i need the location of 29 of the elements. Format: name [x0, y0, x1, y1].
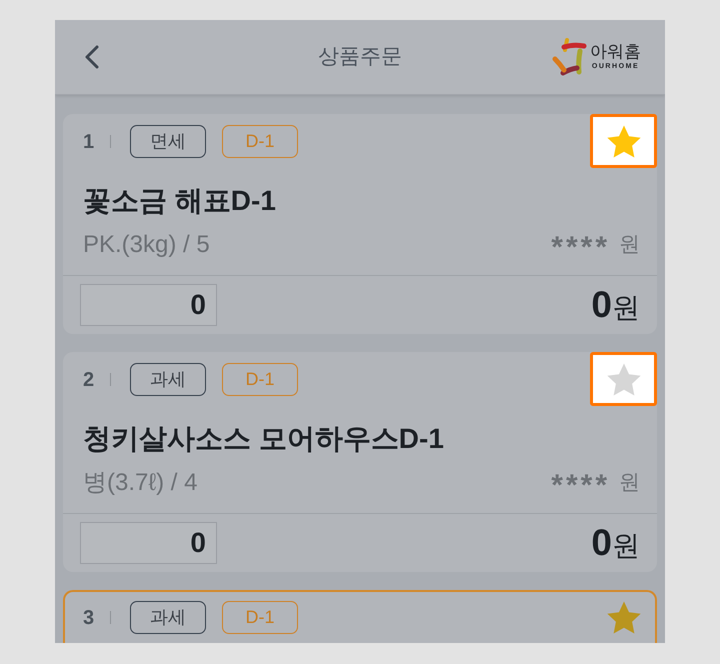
- currency-label: 원: [612, 291, 640, 325]
- delivery-badge: D-1: [222, 363, 298, 396]
- currency-label: 원: [619, 232, 640, 258]
- quantity-field[interactable]: 0: [80, 284, 217, 326]
- unit-quantity: PK.(3kg) / 5: [83, 231, 210, 259]
- delivery-badge: D-1: [222, 601, 298, 634]
- total-amount: 0: [591, 522, 612, 564]
- item-number: 3: [83, 606, 96, 630]
- tax-badge: 면세: [130, 125, 206, 158]
- unit-quantity: 병(3.7ℓ) / 4: [83, 469, 198, 497]
- logo-icon: [552, 38, 588, 76]
- product-name: 청키살사소스 모어하우스D-1: [82, 423, 445, 455]
- currency-label: 원: [612, 529, 640, 563]
- item-number: 1: [83, 130, 96, 154]
- masked-price: ****: [551, 468, 610, 500]
- logo-name: 아워홈: [590, 42, 641, 62]
- back-chevron-icon: [85, 45, 99, 69]
- currency-label: 원: [619, 470, 640, 496]
- favorite-button[interactable]: [590, 114, 657, 168]
- product-name: 꽃소금 해표D-1: [82, 185, 277, 217]
- tax-badge: 과세: [130, 601, 206, 634]
- masked-price: ****: [551, 230, 610, 262]
- quantity-field[interactable]: 0: [80, 522, 217, 564]
- total-amount: 0: [591, 284, 612, 326]
- delivery-badge: D-1: [222, 125, 298, 158]
- tax-badge: 과세: [130, 363, 206, 396]
- item-number: 2: [83, 368, 96, 392]
- favorite-button[interactable]: [590, 352, 657, 406]
- page-title: 상품주문: [318, 44, 402, 70]
